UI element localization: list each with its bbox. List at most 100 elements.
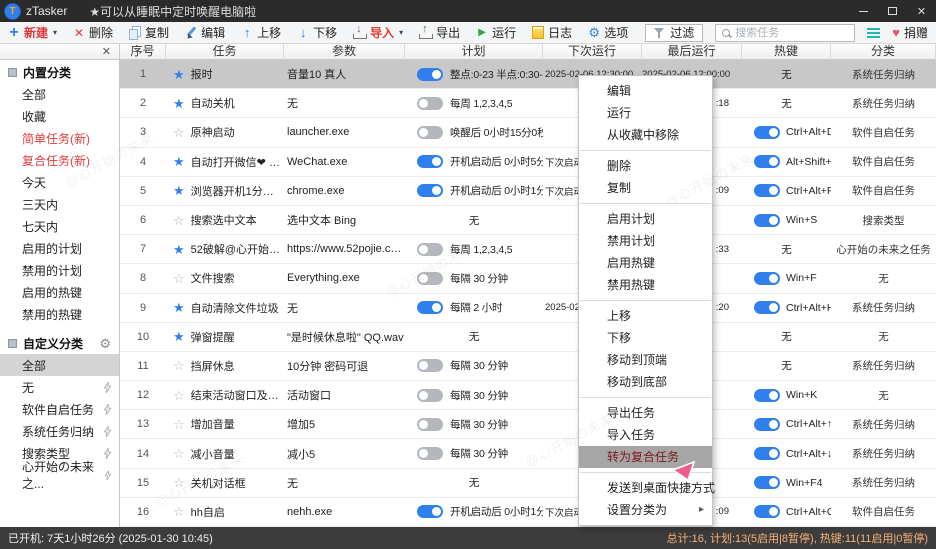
favorite-star-icon[interactable]: ☆ <box>173 126 185 139</box>
toolbar-button-log[interactable]: 日志 <box>532 24 572 41</box>
column-header[interactable]: 下次运行 <box>543 44 642 60</box>
favorite-star-icon[interactable]: ☆ <box>173 359 185 372</box>
favorite-star-icon[interactable]: ☆ <box>173 505 185 518</box>
context-menu-item[interactable]: 移动到顶端 <box>579 349 712 371</box>
sidebar-item[interactable]: 全部 <box>0 354 119 376</box>
context-menu-item[interactable]: 禁用计划 <box>579 230 712 252</box>
table-row[interactable]: 13 ☆ 增加音量 增加5 每隔 30 分钟 Ctrl+Alt+↑ 系统任务归纳 <box>120 410 936 439</box>
toggle-off[interactable] <box>417 97 443 110</box>
context-menu-item[interactable]: 从收藏中移除 <box>579 124 712 146</box>
toggle-on[interactable] <box>754 447 780 460</box>
table-row[interactable]: 16 ☆ hh自启 nehh.exe 开机启动后 0小时1分0秒 下次启动 :0… <box>120 498 936 527</box>
favorite-star-icon[interactable]: ☆ <box>173 214 185 227</box>
close-button[interactable]: ✕ <box>907 0 936 22</box>
toggle-off[interactable] <box>417 389 443 402</box>
table-row[interactable]: 5 ★ 浏览器开机1分钟后启动 chrome.exe 开机启动后 0小时1分0秒… <box>120 177 936 206</box>
toolbar-button-close-x[interactable]: ✕ 删除 <box>73 24 113 41</box>
context-menu-item[interactable]: 删除 <box>579 155 712 177</box>
column-header[interactable]: 分类 <box>831 44 936 60</box>
toolbar-button-gear[interactable]: ⚙ 选项 <box>588 24 628 41</box>
toolbar-button-play[interactable]: ▶ 运行 <box>476 24 516 41</box>
favorite-star-icon[interactable]: ☆ <box>173 389 185 402</box>
toggle-on[interactable] <box>754 389 780 402</box>
toggle-on[interactable] <box>417 301 443 314</box>
table-row[interactable]: 12 ☆ 结束活动窗口及其进程 活动窗口 每隔 30 分钟 Win+K 无 <box>120 381 936 410</box>
column-header[interactable]: 序号 <box>120 44 166 60</box>
table-row[interactable]: 4 ★ 自动打开微信❤ 开机5分... WeChat.exe 开机启动后 0小时… <box>120 148 936 177</box>
sidebar-item[interactable]: 禁用的热键 <box>0 303 119 325</box>
context-menu-item[interactable]: 上移 <box>579 305 712 327</box>
sidebar-item[interactable]: 系统任务归纳 <box>0 420 119 442</box>
sidebar-item[interactable]: 无 <box>0 376 119 398</box>
toggle-off[interactable] <box>417 418 443 431</box>
context-menu-item[interactable]: 启用计划 <box>579 208 712 230</box>
sidebar-item[interactable]: 收藏 <box>0 105 119 127</box>
context-menu-item[interactable]: 设置分类为 <box>579 499 712 521</box>
context-menu-item[interactable]: 启用热键 <box>579 252 712 274</box>
filter-button[interactable]: 过滤 <box>645 24 703 42</box>
sidebar-item[interactable]: 三天内 <box>0 193 119 215</box>
column-header[interactable]: 最后运行 <box>642 44 742 60</box>
column-header[interactable]: 参数 <box>284 44 405 60</box>
column-header[interactable]: 热键 <box>742 44 831 60</box>
toggle-on[interactable] <box>754 272 780 285</box>
toggle-on[interactable] <box>754 476 780 489</box>
toggle-off[interactable] <box>417 359 443 372</box>
sidebar-close-icon[interactable]: ✕ <box>102 45 111 60</box>
favorite-star-icon[interactable]: ☆ <box>173 447 185 460</box>
column-header[interactable]: 任务 <box>166 44 284 60</box>
category-settings-gear-icon[interactable]: ⚙ <box>99 336 111 352</box>
toggle-off[interactable] <box>417 447 443 460</box>
toggle-on[interactable] <box>754 155 780 168</box>
table-row[interactable]: 8 ☆ 文件搜索 Everything.exe 每隔 30 分钟 Win+F 无 <box>120 264 936 293</box>
search-input[interactable] <box>735 27 848 39</box>
table-row[interactable]: 11 ☆ 挡屏休息 10分钟 密码可退 每隔 30 分钟 无 系统任务归纳 <box>120 352 936 381</box>
toolbar-button-plus[interactable]: + 新建 ▾ <box>8 24 57 41</box>
toggle-on[interactable] <box>754 126 780 139</box>
favorite-star-icon[interactable]: ★ <box>173 330 185 343</box>
table-row[interactable]: 1 ★ 报时 音量10 真人 整点:0-23 半点:0:30-2... 2025… <box>120 60 936 89</box>
table-row[interactable]: 14 ☆ 减小音量 减小5 每隔 30 分钟 Ctrl+Alt+↓ 系统任务归纳 <box>120 439 936 468</box>
table-row[interactable]: 6 ☆ 搜索选中文本 选中文本 Bing 无 Win+S 搜索类型 <box>120 206 936 235</box>
toolbar-button-arrow-up[interactable]: ↑ 上移 <box>241 24 281 41</box>
favorite-star-icon[interactable]: ☆ <box>173 272 185 285</box>
context-menu-item[interactable]: 下移 <box>579 327 712 349</box>
context-menu-item[interactable]: 禁用热键 <box>579 274 712 296</box>
list-view-icon[interactable] <box>867 28 880 30</box>
sidebar-item[interactable]: 今天 <box>0 171 119 193</box>
favorite-star-icon[interactable]: ★ <box>173 243 185 256</box>
toggle-on[interactable] <box>754 505 780 518</box>
donate-button[interactable]: ♥ 捐赠 <box>892 24 928 41</box>
table-row[interactable]: 9 ★ 自动清除文件垃圾 无 每隔 2 小时 2025-02-06 :20 Ct… <box>120 294 936 323</box>
table-row[interactable]: 3 ☆ 原神启动 launcher.exe 唤醒后 0小时15分0秒 Ctrl+… <box>120 118 936 147</box>
table-row[interactable]: 2 ★ 自动关机 无 每周 1,2,3,4,5 :18 无 系统任务归纳 <box>120 89 936 118</box>
sidebar-item[interactable]: 全部 <box>0 83 119 105</box>
toggle-off[interactable] <box>417 243 443 256</box>
sidebar-item[interactable]: 心开始の未来之... <box>0 464 119 486</box>
table-row[interactable]: 7 ★ 52破解@心开始の未来 https://www.52pojie.cn/h… <box>120 235 936 264</box>
toggle-on[interactable] <box>417 505 443 518</box>
sidebar-item[interactable]: 软件自启任务 <box>0 398 119 420</box>
sidebar-item[interactable]: 禁用的计划 <box>0 259 119 281</box>
sidebar-item[interactable]: 启用的热键 <box>0 281 119 303</box>
caret-down-icon[interactable]: ▾ <box>399 28 403 37</box>
caret-down-icon[interactable]: ▾ <box>53 28 57 37</box>
toggle-on[interactable] <box>417 155 443 168</box>
favorite-star-icon[interactable]: ★ <box>173 97 185 110</box>
section-checkbox-icon[interactable] <box>8 68 17 77</box>
toolbar-button-import[interactable]: 导入 ▾ <box>353 24 403 41</box>
toggle-on[interactable] <box>754 214 780 227</box>
maximize-button[interactable] <box>878 0 907 22</box>
favorite-star-icon[interactable]: ★ <box>173 68 185 81</box>
context-menu-item[interactable]: 复制 <box>579 177 712 199</box>
toggle-on[interactable] <box>417 184 443 197</box>
toggle-on[interactable] <box>417 68 443 81</box>
toolbar-button-export[interactable]: 导出 <box>419 24 460 41</box>
column-header[interactable]: 计划 <box>405 44 543 60</box>
favorite-star-icon[interactable]: ★ <box>173 184 185 197</box>
table-row[interactable]: 15 ☆ 关机对话框 无 无 Win+F4 系统任务归纳 <box>120 469 936 498</box>
context-menu-item[interactable]: 导出任务 <box>579 402 712 424</box>
sidebar-item[interactable]: 启用的计划 <box>0 237 119 259</box>
section-checkbox-icon[interactable] <box>8 339 17 348</box>
favorite-star-icon[interactable]: ★ <box>173 301 185 314</box>
